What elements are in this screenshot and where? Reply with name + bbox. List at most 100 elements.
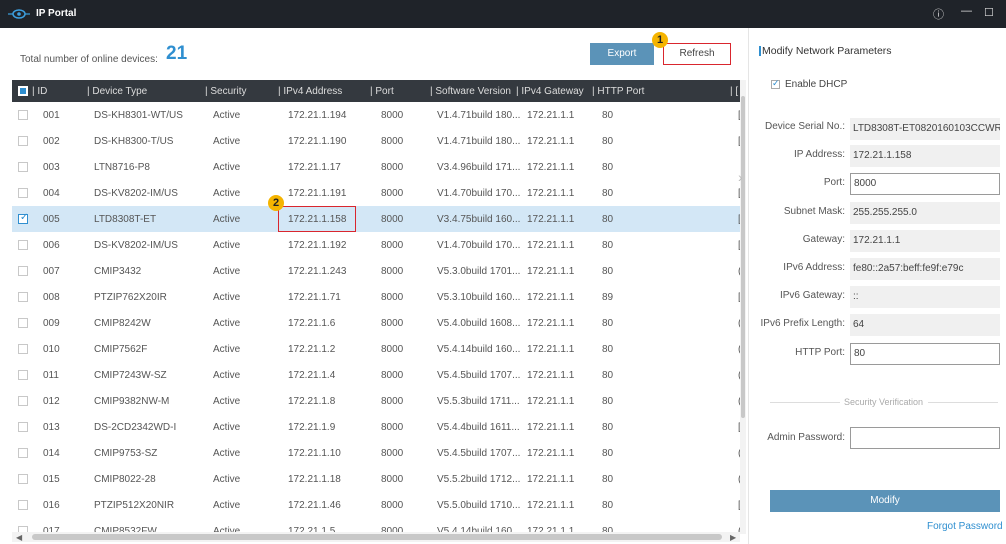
row-checkbox[interactable]: [18, 422, 28, 432]
cell-security: Active: [213, 318, 241, 329]
cell-http-port: 80: [602, 266, 614, 277]
ip-address-field: 172.21.1.158: [850, 145, 1000, 167]
cell-port: 8000: [381, 396, 404, 407]
cell-ipv4-address: 172.21.1.46: [288, 500, 341, 511]
cell-http-port: 80: [602, 422, 614, 433]
row-checkbox[interactable]: [18, 110, 28, 120]
col-security[interactable]: | Security: [205, 86, 247, 97]
cell-security: Active: [213, 214, 241, 225]
cell-id: 002: [43, 136, 60, 147]
row-checkbox[interactable]: [18, 162, 28, 172]
col-software-version[interactable]: | Software Version: [430, 86, 511, 97]
cell-id: 004: [43, 188, 60, 199]
cell-port: 8000: [381, 240, 404, 251]
port-input[interactable]: 8000: [850, 173, 1000, 195]
row-checkbox[interactable]: [18, 448, 28, 458]
cell-security: Active: [213, 396, 241, 407]
table-row[interactable]: 006 DS-KV8202-IM/US Active 172.21.1.192 8000…: [12, 232, 740, 258]
enable-dhcp-checkbox[interactable]: ✓: [771, 78, 780, 89]
cell-id: 010: [43, 344, 60, 355]
export-button[interactable]: Export: [590, 43, 654, 65]
scroll-left-icon[interactable]: ◀: [16, 533, 22, 542]
cell-security: Active: [213, 422, 241, 433]
table-row[interactable]: 010 CMIP7562F Active 172.21.1.2 8000 V5.4.14b…: [12, 336, 740, 362]
http-port-input[interactable]: 80: [850, 343, 1000, 365]
table-row[interactable]: 016 PTZIP512X20NIR Active 172.21.1.46 8000 V5…: [12, 492, 740, 518]
cell-http-port: 80: [602, 318, 614, 329]
cell-device-type: CMIP9382NW-M: [94, 396, 170, 407]
cell-ipv4-address: 172.21.1.4: [288, 370, 336, 381]
col-ipv4-address[interactable]: | IPv4 Address: [278, 86, 342, 97]
table-row[interactable]: 007 CMIP3432 Active 172.21.1.243 8000 V5.3.0b…: [12, 258, 740, 284]
ipv6-gateway-label: IPv6 Gateway:: [779, 290, 845, 301]
horizontal-scrollbar-thumb[interactable]: [32, 534, 722, 540]
table-row[interactable]: 009 CMIP8242W Active 172.21.1.6 8000 V5.4.0bu…: [12, 310, 740, 336]
row-checkbox[interactable]: [18, 188, 28, 198]
row-checkbox[interactable]: [18, 240, 28, 250]
cell-id: 001: [43, 110, 60, 121]
check-icon: ✓: [20, 212, 29, 223]
select-all-checkbox[interactable]: [18, 86, 28, 96]
table-row[interactable]: 011 CMIP7243W-SZ Active 172.21.1.4 8000 V5.4.…: [12, 362, 740, 388]
cell-ipv4-gateway: 172.21.1.1: [527, 292, 575, 303]
subnet-mask-label: Subnet Mask:: [783, 206, 845, 217]
info-icon[interactable]: ⓘ: [933, 6, 944, 22]
col-id[interactable]: | ID: [32, 86, 47, 97]
table-header: | ID | Device Type | Security | IPv4 Add…: [12, 80, 740, 102]
cell-id: 009: [43, 318, 60, 329]
gateway-label: Gateway:: [802, 234, 845, 245]
col-http-port[interactable]: | HTTP Port: [592, 86, 644, 97]
row-checkbox[interactable]: ✓: [18, 212, 29, 224]
row-checkbox[interactable]: [18, 370, 28, 380]
ipv6-prefix-label: IPv6 Prefix Length:: [760, 318, 846, 329]
cell-id: 012: [43, 396, 60, 407]
table-row[interactable]: 012 CMIP9382NW-M Active 172.21.1.8 8000 V5.5.…: [12, 388, 740, 414]
table-row[interactable]: 004 DS-KV8202-IM/US Active 172.21.1.191 8000…: [12, 180, 740, 206]
step-badge-2: 2: [268, 195, 284, 211]
table-row[interactable]: ✓ 005 LTD8308T-ET Active 172.21.1.158 8000 V3.…: [12, 206, 740, 232]
ip-address-label: IP Address:: [794, 149, 845, 160]
cell-ipv4-gateway: 172.21.1.1: [527, 266, 575, 277]
row-checkbox[interactable]: [18, 396, 28, 406]
minimize-button[interactable]: —: [961, 5, 972, 17]
cell-port: 8000: [381, 474, 404, 485]
cell-software-version: V1.4.70build 170...: [437, 240, 521, 251]
cell-id: 014: [43, 448, 60, 459]
modify-button[interactable]: Modify: [770, 490, 1000, 512]
table-row[interactable]: 013 DS-2CD2342WD-I Active 172.21.1.9 8000 V5.…: [12, 414, 740, 440]
maximize-button[interactable]: ☐: [984, 6, 994, 19]
col-port[interactable]: | Port: [370, 86, 394, 97]
cell-security: Active: [213, 188, 241, 199]
cell-software-version: V1.4.71build 180...: [437, 136, 521, 147]
col-more[interactable]: | [: [730, 86, 738, 97]
col-ipv4-gateway[interactable]: | IPv4 Gateway: [516, 86, 584, 97]
row-checkbox[interactable]: [18, 136, 28, 146]
collapse-panel-icon[interactable]: ›: [738, 169, 748, 209]
cell-software-version: V5.4.5build 1707...: [437, 370, 521, 381]
cell-security: Active: [213, 344, 241, 355]
row-checkbox[interactable]: [18, 318, 28, 328]
col-device-type[interactable]: | Device Type: [87, 86, 147, 97]
row-checkbox[interactable]: [18, 344, 28, 354]
admin-password-input[interactable]: [850, 427, 1000, 449]
scroll-right-icon[interactable]: ▶: [730, 533, 736, 542]
table-row[interactable]: 002 DS-KH8300-T/US Active 172.21.1.190 8000 V…: [12, 128, 740, 154]
cell-ipv4-gateway: 172.21.1.1: [527, 162, 575, 173]
table-row[interactable]: 015 CMIP8022-28 Active 172.21.1.18 8000 V5.5.…: [12, 466, 740, 492]
row-checkbox[interactable]: [18, 266, 28, 276]
enable-dhcp-label: Enable DHCP: [785, 79, 848, 90]
cell-ipv4-gateway: 172.21.1.1: [527, 448, 575, 459]
refresh-button[interactable]: Refresh: [663, 43, 731, 65]
table-row[interactable]: 014 CMIP9753-SZ Active 172.21.1.10 8000 V5.4.…: [12, 440, 740, 466]
cell-http-port: 80: [602, 110, 614, 121]
cell-port: 8000: [381, 370, 404, 381]
row-checkbox[interactable]: [18, 474, 28, 484]
cell-http-port: 80: [602, 500, 614, 511]
table-row[interactable]: 008 PTZIP762X20IR Active 172.21.1.71 8000 V5.…: [12, 284, 740, 310]
vertical-scrollbar-thumb[interactable]: [741, 96, 745, 418]
row-checkbox[interactable]: [18, 292, 28, 302]
table-row[interactable]: 001 DS-KH8301-WT/US Active 172.21.1.194 8000…: [12, 102, 740, 128]
table-row[interactable]: 003 LTN8716-P8 Active 172.21.1.17 8000 V3.4.9…: [12, 154, 740, 180]
forgot-password-link[interactable]: Forgot Password: [927, 521, 1003, 532]
row-checkbox[interactable]: [18, 500, 28, 510]
